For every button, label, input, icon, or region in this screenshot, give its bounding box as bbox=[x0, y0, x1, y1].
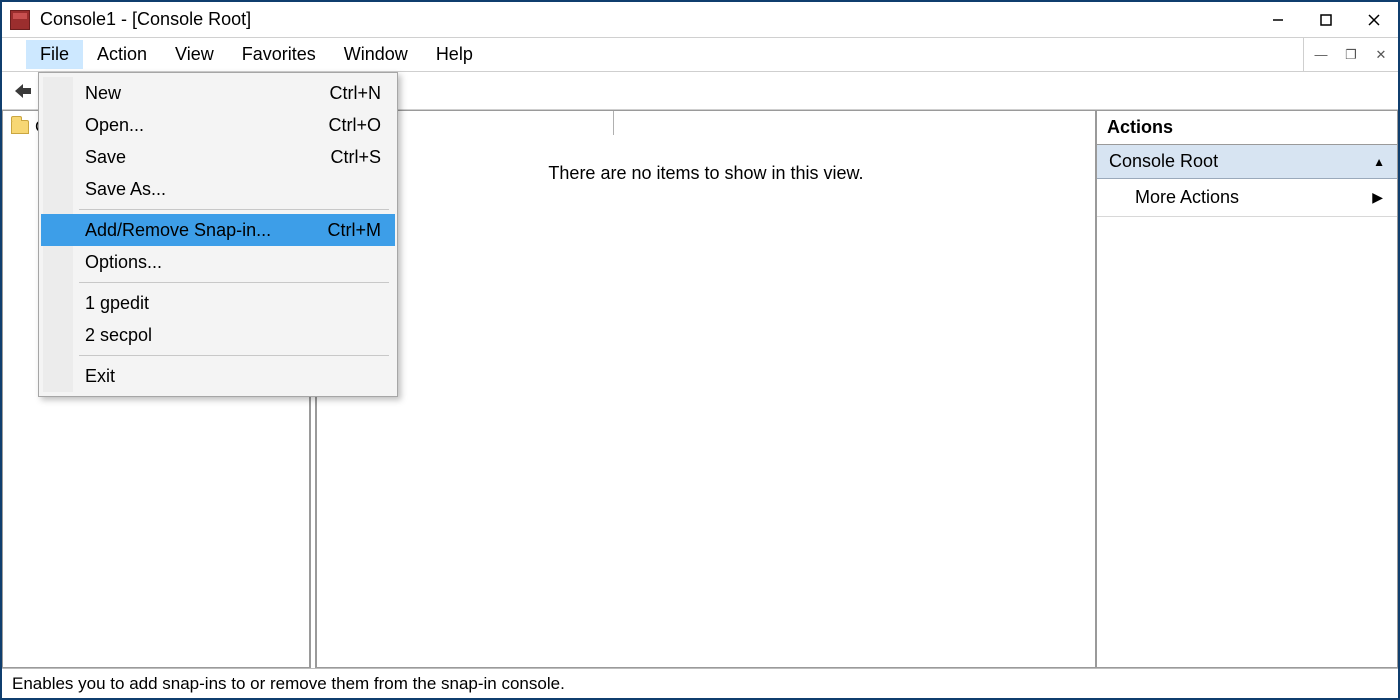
menu-item-shortcut: Ctrl+N bbox=[329, 83, 381, 104]
window-title: Console1 - [Console Root] bbox=[40, 9, 251, 30]
menu-help[interactable]: Help bbox=[422, 40, 487, 69]
back-button[interactable] bbox=[8, 76, 38, 106]
menu-item-label: Options... bbox=[85, 252, 162, 273]
menu-item-shortcut: Ctrl+S bbox=[330, 147, 381, 168]
menu-separator bbox=[79, 355, 389, 356]
menu-item-add-remove-snap-in[interactable]: Add/Remove Snap-in... Ctrl+M bbox=[41, 214, 395, 246]
titlebar: Console1 - [Console Root] bbox=[2, 2, 1398, 38]
actions-group-label: Console Root bbox=[1109, 151, 1218, 172]
maximize-button[interactable] bbox=[1302, 2, 1350, 38]
menu-item-shortcut: Ctrl+O bbox=[328, 115, 381, 136]
actions-link-label: More Actions bbox=[1135, 187, 1239, 208]
mdi-close-button[interactable]: ✕ bbox=[1367, 44, 1395, 66]
menu-item-exit[interactable]: Exit bbox=[41, 360, 395, 392]
menu-item-label: 1 gpedit bbox=[85, 293, 149, 314]
file-menu-dropdown: New Ctrl+N Open... Ctrl+O Save Ctrl+S Save As.… bbox=[38, 72, 398, 397]
menu-separator bbox=[79, 209, 389, 210]
menubar: FileActionViewFavoritesWindowHelp — ❐ ✕ bbox=[2, 38, 1398, 72]
actions-pane: Actions Console Root ▲ More Actions ▶ bbox=[1096, 110, 1398, 668]
menu-item-shortcut: Ctrl+M bbox=[328, 220, 382, 241]
menu-item-label: Save bbox=[85, 147, 126, 168]
empty-message: There are no items to show in this view. bbox=[548, 163, 863, 184]
mdi-minimize-button[interactable]: — bbox=[1307, 44, 1335, 66]
minimize-button[interactable] bbox=[1254, 2, 1302, 38]
menu-file[interactable]: File bbox=[26, 40, 83, 69]
actions-header: Actions bbox=[1097, 111, 1397, 145]
status-text: Enables you to add snap-ins to or remove… bbox=[12, 674, 565, 694]
menu-item-label: Open... bbox=[85, 115, 144, 136]
menu-item-label: Exit bbox=[85, 366, 115, 387]
menu-item-save[interactable]: Save Ctrl+S bbox=[41, 141, 395, 173]
menu-favorites[interactable]: Favorites bbox=[228, 40, 330, 69]
content-pane[interactable]: There are no items to show in this view. bbox=[316, 110, 1096, 668]
menu-item-label: Save As... bbox=[85, 179, 166, 200]
mmc-app-icon bbox=[10, 10, 30, 30]
menu-item-save-as[interactable]: Save As... bbox=[41, 173, 395, 205]
document-icon bbox=[2, 38, 26, 71]
menu-item-label: New bbox=[85, 83, 121, 104]
menu-window[interactable]: Window bbox=[330, 40, 422, 69]
caret-up-icon: ▲ bbox=[1373, 155, 1385, 169]
actions-group-header[interactable]: Console Root ▲ bbox=[1097, 145, 1397, 179]
folder-icon bbox=[11, 120, 29, 134]
menu-separator bbox=[79, 282, 389, 283]
menu-item-options[interactable]: Options... bbox=[41, 246, 395, 278]
menu-item-label: Add/Remove Snap-in... bbox=[85, 220, 271, 241]
menu-item-1-gpedit[interactable]: 1 gpedit bbox=[41, 287, 395, 319]
statusbar: Enables you to add snap-ins to or remove… bbox=[2, 668, 1398, 698]
column-separator bbox=[613, 111, 614, 135]
workspace: NewCtrl+NOpen...Ctrl+OSaveCtrl+SSave As.… bbox=[2, 110, 1398, 668]
actions-more-actions[interactable]: More Actions ▶ bbox=[1097, 179, 1397, 217]
menu-action[interactable]: Action bbox=[83, 40, 161, 69]
menu-item-label: 2 secpol bbox=[85, 325, 152, 346]
mdi-restore-button[interactable]: ❐ bbox=[1337, 44, 1365, 66]
menu-item-2-secpol[interactable]: 2 secpol bbox=[41, 319, 395, 351]
close-button[interactable] bbox=[1350, 2, 1398, 38]
menu-item-new[interactable]: New Ctrl+N bbox=[41, 77, 395, 109]
menu-item-open[interactable]: Open... Ctrl+O bbox=[41, 109, 395, 141]
menu-view[interactable]: View bbox=[161, 40, 228, 69]
chevron-right-icon: ▶ bbox=[1372, 189, 1383, 206]
